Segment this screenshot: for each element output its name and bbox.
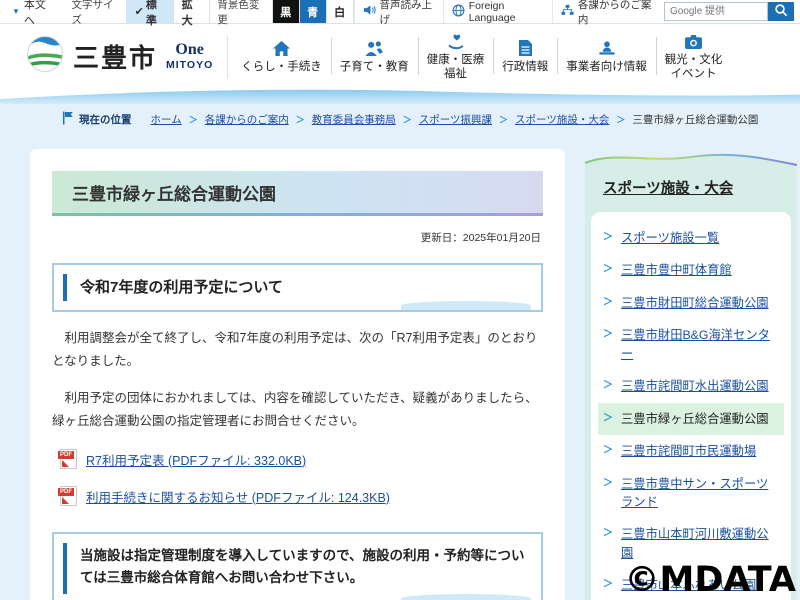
- bg-blue-button[interactable]: 青: [299, 0, 326, 23]
- sidebar-item-saita-park[interactable]: ＞三豊市財田町総合運動公園: [598, 287, 784, 319]
- city-name: 三豊市: [73, 38, 157, 75]
- globe-icon: [452, 4, 465, 20]
- breadcrumb: 現在の位置 ホーム ＞ 各課からのご案内 ＞ 教育委員会事務局 ＞ スポーツ振興…: [0, 104, 800, 135]
- bg-black-button[interactable]: 黒: [272, 0, 299, 23]
- title-underline: [52, 213, 543, 216]
- designated-manager-notice: 当施設は指定管理制度を導入していますので、施設の利用・予約等については三豊市総合…: [52, 532, 543, 600]
- pdf-icon: [60, 486, 77, 506]
- content-layout: 三豊市緑ヶ丘総合運動公園 更新日：2025年01月20日 令和7年度の利用予定に…: [0, 135, 800, 600]
- pdf-link-procedure-notice[interactable]: 利用手続きに関するお知らせ (PDFファイル: 124.3KB): [60, 486, 543, 506]
- breadcrumb-sports-ka[interactable]: スポーツ振興課: [419, 112, 492, 127]
- header-wave-decoration: [0, 88, 800, 104]
- chevron-right-icon: ＞: [189, 113, 198, 126]
- site-search: [664, 2, 794, 21]
- utility-bar: ▼ 本文へ 文字サイズ ✔ 標準 拡大 背景色変更 黒 青 白 音声読み上げ F…: [0, 0, 800, 24]
- chevron-right-icon: ＞: [616, 113, 625, 126]
- page-title: 三豊市緑ヶ丘総合運動公園: [52, 171, 543, 213]
- nav-item-kenko[interactable]: 健康・医療 福祉: [418, 31, 494, 82]
- site-logo[interactable]: 三豊市 One MITOYO: [26, 35, 228, 78]
- nav-item-gyosei[interactable]: 行政情報: [493, 32, 557, 80]
- font-large-button[interactable]: 拡大: [173, 0, 211, 23]
- search-input[interactable]: [664, 2, 768, 21]
- one-mitoyo-brand: One MITOYO: [166, 42, 213, 71]
- sidebar-body: ＞スポーツ施設一覧 ＞三豊市豊中町体育館 ＞三豊市財田町総合運動公園 ＞三豊市財…: [585, 212, 797, 600]
- sidebar-item-midorigaoka-current[interactable]: ＞三豊市緑ヶ丘総合運動公園: [598, 403, 784, 435]
- sidebar-item-toyonaka-gym[interactable]: ＞三豊市豊中町体育館: [598, 254, 784, 286]
- sidebar-item-takuma-civic-ground[interactable]: ＞三豊市詫間町市民運動場: [598, 435, 784, 467]
- skip-link-label: 本文へ: [24, 0, 53, 28]
- nav-item-kosodate[interactable]: 子育て・教育: [331, 32, 418, 80]
- breadcrumb-kakuka[interactable]: 各課からのご案内: [205, 112, 289, 127]
- sidebar-list: ＞スポーツ施設一覧 ＞三豊市豊中町体育館 ＞三豊市財田町総合運動公園 ＞三豊市財…: [591, 212, 791, 600]
- sidebar-item-takuma-mizude[interactable]: ＞三豊市詫間町水出運動公園: [598, 370, 784, 402]
- city-logo-icon: [26, 35, 64, 78]
- breadcrumb-kyoiku[interactable]: 教育委員会事務局: [312, 112, 396, 127]
- search-button[interactable]: [768, 2, 794, 21]
- paragraph: 利用調整会が全て終了し、令和7年度の利用予定は、次の「R7利用予定表」のとおりと…: [52, 327, 543, 372]
- heart-hand-icon: [446, 31, 466, 50]
- chevron-right-icon: ＞: [296, 113, 305, 126]
- current-location-label: 現在の位置: [62, 111, 132, 128]
- watermark: ©MDATA: [625, 560, 797, 600]
- nav-item-jigyosha[interactable]: 事業者向け情報: [557, 32, 656, 80]
- nav-item-kurashi[interactable]: くらし・手続き: [232, 32, 331, 80]
- chevron-right-icon: ＞: [499, 113, 508, 126]
- chevron-right-icon: ＞: [603, 326, 613, 344]
- font-size-label: 文字サイズ: [65, 0, 126, 23]
- chevron-right-icon: ＞: [603, 576, 613, 594]
- chevron-right-icon: ＞: [603, 294, 613, 312]
- chevron-right-icon: ＞: [603, 442, 613, 460]
- breadcrumb-current-page: 三豊市緑ヶ丘総合運動公園: [632, 112, 758, 127]
- foreign-language-button[interactable]: Foreign Language: [443, 0, 552, 23]
- pdf-link-r7-schedule[interactable]: R7利用予定表 (PDFファイル: 332.0KB): [60, 449, 543, 469]
- font-standard-button[interactable]: ✔ 標準: [126, 0, 173, 23]
- pdf-icon: [60, 449, 77, 469]
- chevron-right-icon: ＞: [603, 525, 613, 543]
- people-icon: [364, 38, 384, 57]
- chevron-right-icon: ＞: [603, 261, 613, 279]
- main-content: 三豊市緑ヶ丘総合運動公園 更新日：2025年01月20日 令和7年度の利用予定に…: [30, 149, 565, 600]
- chevron-right-icon: ＞: [603, 229, 613, 247]
- tts-button[interactable]: 音声読み上げ: [354, 0, 443, 23]
- speaker-icon: [363, 4, 376, 19]
- business-icon: [597, 38, 617, 57]
- bg-change-label: 背景色変更: [210, 0, 271, 23]
- sidebar-heading[interactable]: スポーツ施設・大会: [603, 181, 733, 197]
- sidebar-sports-facilities: スポーツ施設・大会 ＞スポーツ施設一覧 ＞三豊市豊中町体育館 ＞三豊市財田町総合…: [585, 149, 797, 600]
- site-header: 三豊市 One MITOYO くらし・手続き 子育て・教育 健康・医療 福祉 行…: [0, 24, 800, 88]
- chevron-right-icon: ＞: [603, 475, 613, 493]
- nav-item-kanko[interactable]: 観光・文化 イベント: [656, 31, 732, 82]
- skip-to-content-link[interactable]: ▼ 本文へ: [0, 0, 65, 23]
- page-background: 現在の位置 ホーム ＞ 各課からのご案内 ＞ 教育委員会事務局 ＞ スポーツ振興…: [0, 104, 800, 600]
- sidebar-item-toyonaka-sun-sports[interactable]: ＞三豊市豊中サン・スポーツランド: [598, 468, 784, 519]
- org-chart-icon: [561, 4, 574, 19]
- document-icon: [518, 38, 533, 57]
- updated-date: 更新日：2025年01月20日: [54, 230, 541, 245]
- check-icon: ✔: [135, 5, 144, 18]
- department-guide-button[interactable]: 各課からのご案内: [552, 0, 660, 23]
- chevron-right-icon: ＞: [403, 113, 412, 126]
- sidebar-heading-wrap: スポーツ施設・大会: [585, 171, 797, 212]
- chevron-right-icon: ＞: [603, 377, 613, 395]
- bg-white-button[interactable]: 白: [326, 0, 354, 23]
- paragraph: 利用予定の団体におかれましては、内容を確認していただき、疑義がありましたら、緑ヶ…: [52, 387, 543, 432]
- triangle-down-icon: ▼: [12, 7, 20, 16]
- section-heading: 令和7年度の利用予定について: [52, 263, 543, 312]
- breadcrumb-home[interactable]: ホーム: [151, 112, 182, 127]
- chevron-right-icon: ＞: [603, 410, 613, 428]
- camera-icon: [684, 31, 703, 50]
- breadcrumb-sports-shisetsu[interactable]: スポーツ施設・大会: [515, 112, 609, 127]
- sidebar-item-facility-list[interactable]: ＞スポーツ施設一覧: [598, 222, 784, 254]
- sidebar-item-saita-bg-marine[interactable]: ＞三豊市財田B&G海洋センター: [598, 319, 784, 370]
- sidebar-wave-decoration: [585, 149, 797, 171]
- home-icon: [272, 38, 291, 57]
- search-icon: [774, 3, 788, 20]
- main-nav: くらし・手続き 子育て・教育 健康・医療 福祉 行政情報 事業者向け情報 観光・…: [232, 31, 731, 82]
- flag-icon: [62, 111, 74, 128]
